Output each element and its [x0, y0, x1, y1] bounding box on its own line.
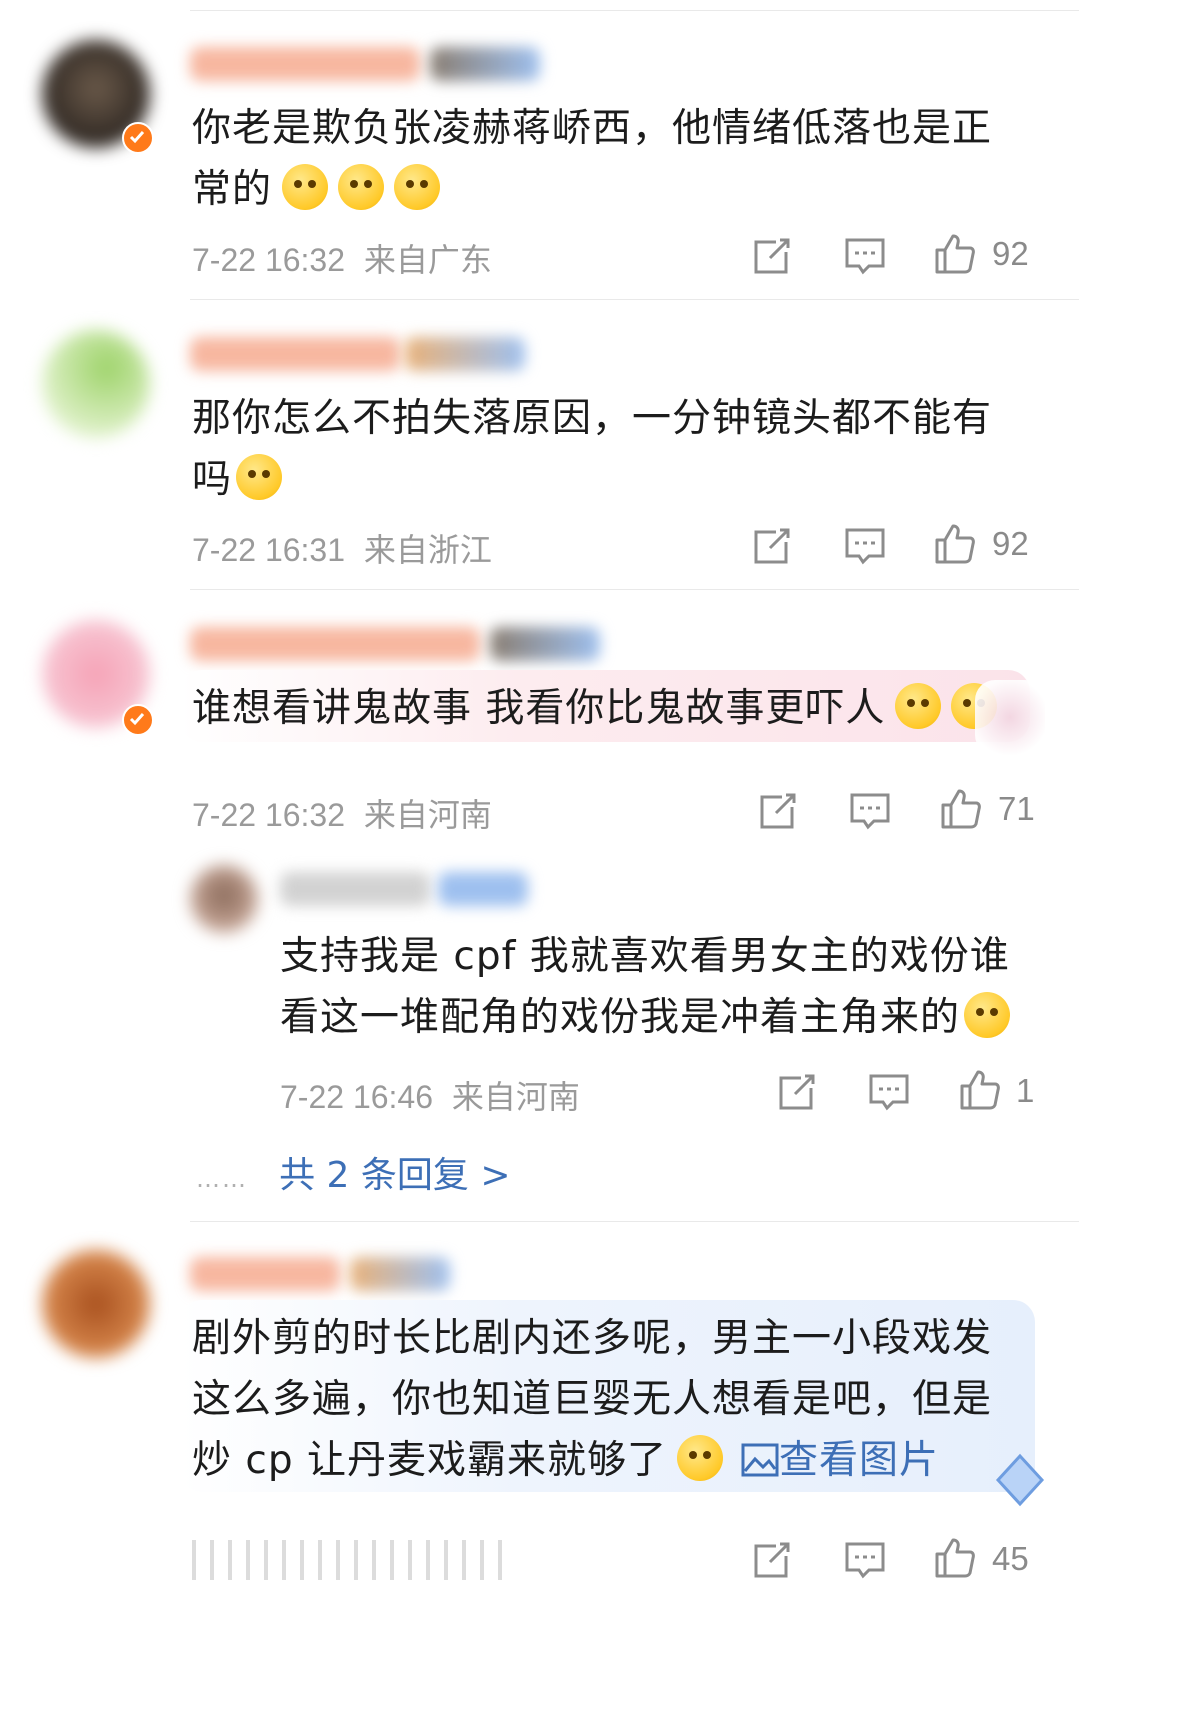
like-count: 92	[992, 525, 1029, 562]
like-count: 1	[1016, 1072, 1035, 1109]
user-badge	[438, 872, 528, 906]
comment-icon[interactable]	[848, 789, 892, 833]
thinking-emoji	[236, 454, 283, 500]
reply-location: 来自河南	[451, 1079, 580, 1115]
username[interactable]	[190, 47, 420, 81]
like-icon[interactable]	[933, 1536, 977, 1580]
comment-date: 7-22 16:31	[192, 532, 346, 568]
comment-meta	[192, 1540, 502, 1580]
divider	[190, 299, 1079, 300]
share-icon[interactable]	[750, 524, 794, 568]
avatar[interactable]	[190, 865, 258, 933]
divider	[190, 1221, 1079, 1222]
verified-icon	[122, 704, 154, 736]
comment-icon[interactable]	[843, 524, 887, 568]
image-icon	[741, 1443, 779, 1477]
comment-location: 来自浙江	[363, 532, 492, 568]
reply-ellipsis: ……	[196, 1165, 248, 1193]
view-image-link[interactable]: 查看图片	[741, 1438, 939, 1483]
share-icon[interactable]	[775, 1070, 819, 1114]
like-count: 92	[992, 235, 1029, 272]
like-icon[interactable]	[939, 787, 983, 831]
share-icon[interactable]	[750, 1538, 794, 1582]
comment-meta: 7-22 16:32 来自广东	[192, 235, 492, 281]
reply-meta: 7-22 16:46 来自河南	[280, 1072, 580, 1118]
share-icon[interactable]	[750, 234, 794, 278]
user-badge	[430, 47, 540, 81]
avatar[interactable]	[42, 1250, 150, 1358]
username[interactable]	[190, 627, 480, 661]
comment-location: 来自广东	[363, 242, 492, 278]
avatar[interactable]	[42, 330, 150, 438]
like-icon[interactable]	[933, 232, 977, 276]
crying-emoji	[338, 164, 385, 210]
reply-summary[interactable]: …… 共 2 条回复 >	[196, 1146, 511, 1198]
share-icon[interactable]	[756, 789, 800, 833]
reply-date: 7-22 16:46	[280, 1079, 434, 1115]
username[interactable]	[190, 1257, 340, 1291]
comment-text: 那你怎么不拍失落原因，一分钟镜头都不能有 吗	[192, 396, 993, 502]
user-badge	[350, 1257, 450, 1291]
blushing-emoji	[677, 1435, 723, 1481]
like-icon[interactable]	[958, 1068, 1002, 1112]
comment-text: 谁想看讲鬼故事 我看你比鬼故事更吓人	[192, 678, 998, 739]
vomiting-emoji	[895, 683, 942, 729]
user-badge	[490, 627, 600, 661]
username[interactable]	[190, 337, 400, 371]
like-count: 71	[998, 790, 1035, 827]
sticker-decoration	[975, 680, 1045, 755]
comment-meta: 7-22 16:31 来自浙江	[192, 525, 492, 571]
like-count: 45	[992, 1540, 1029, 1577]
diamond-decoration	[995, 1453, 1045, 1507]
reply-text: 支持我是 cpf 我就喜欢看男女主的戏份谁 看这一堆配角的戏份我是冲着主角来的	[280, 934, 1011, 1040]
view-replies-link[interactable]: 共 2 条回复 >	[279, 1155, 510, 1196]
comment-text: 剧外剪的时长比剧内还多呢，男主一小段戏发 这么多遍，你也知道巨婴无人想看是吧，但…	[192, 1316, 993, 1483]
divider	[190, 589, 1079, 590]
comment-date: 7-22 16:32	[192, 797, 346, 833]
divider	[190, 10, 1079, 11]
username[interactable]	[280, 872, 430, 906]
verified-icon	[122, 122, 154, 154]
user-badge	[405, 337, 525, 371]
comment-location: 来自河南	[363, 797, 492, 833]
like-icon[interactable]	[933, 522, 977, 566]
comment-text: 你老是欺负张凌赫蒋峤西，他情绪低落也是正 常的	[192, 106, 993, 212]
comment-meta: 7-22 16:32 来自河南	[192, 790, 492, 836]
comment-icon[interactable]	[843, 1538, 887, 1582]
laughing-crying-emoji	[964, 992, 1011, 1038]
comment-icon[interactable]	[843, 234, 887, 278]
crying-emoji	[282, 164, 329, 210]
comment-date: 7-22 16:32	[192, 242, 346, 278]
comment-icon[interactable]	[867, 1070, 911, 1114]
crying-emoji	[394, 164, 441, 210]
